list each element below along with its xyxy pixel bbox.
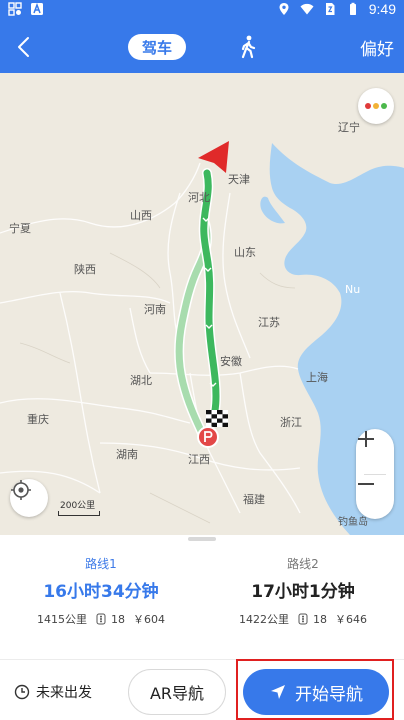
map-scale: 200公里 — [58, 498, 100, 516]
map-label-shanxi: 山西 — [130, 209, 152, 222]
route-map[interactable]: 辽宁 天津 河北 山西 宁夏 山东 陕西 河南 江苏 安徽 湖北 上海 重庆 浙… — [0, 73, 404, 535]
map-label-sea: Nu — [345, 283, 361, 296]
tab-walk[interactable] — [234, 32, 262, 62]
walk-icon — [241, 35, 256, 59]
locate-button[interactable] — [10, 479, 48, 517]
clock-icon — [14, 684, 30, 700]
route-panel: 路线1 16小时34分钟 1415公里 18 ￥604 路线2 17小时1分钟 … — [0, 535, 404, 720]
back-button[interactable] — [6, 29, 42, 65]
minus-icon — [358, 483, 374, 485]
route-option-2[interactable]: 路线2 17小时1分钟 1422公里 18 ￥646 — [202, 555, 404, 627]
future-departure-label: 未来出发 — [36, 685, 92, 701]
locate-icon — [11, 480, 31, 500]
map-label-hunan: 湖南 — [116, 448, 138, 461]
map-label-henan: 河南 — [144, 303, 166, 316]
battery-icon — [349, 2, 356, 15]
start-marker-icon — [198, 141, 229, 173]
zoom-out-button[interactable] — [356, 474, 394, 519]
chevron-left-icon — [18, 37, 29, 57]
map-label-fujian: 福建 — [243, 493, 265, 506]
location-icon — [279, 3, 289, 15]
tab-drive[interactable]: 驾车 — [128, 34, 186, 60]
traffic-light-icon — [96, 613, 106, 625]
route-meta: 1422公里 18 ￥646 — [202, 611, 404, 627]
route-lights: 18 — [313, 612, 327, 626]
map-label-tianjin: 天津 — [228, 173, 250, 186]
start-navigation-label: 开始导航 — [295, 684, 363, 705]
map-label-shanghai: 上海 — [306, 371, 328, 384]
traffic-green-dot-icon — [381, 103, 387, 109]
route-duration: 16小时34分钟 — [43, 582, 159, 602]
route-distance: 1415公里 — [37, 613, 87, 626]
zoom-in-button[interactable] — [356, 429, 394, 474]
map-label-zhejiang: 浙江 — [280, 416, 302, 429]
status-left-icons — [8, 2, 44, 16]
drag-handle[interactable] — [188, 537, 216, 541]
wifi-icon — [300, 3, 314, 15]
future-departure-button[interactable]: 未来出发 — [14, 680, 92, 704]
traffic-light-icon — [298, 613, 308, 625]
map-label-shandong: 山东 — [234, 246, 256, 259]
route-toll: ￥646 — [335, 613, 367, 626]
traffic-yellow-dot-icon — [373, 103, 379, 109]
map-label-hubei: 湖北 — [130, 374, 152, 387]
map-label-hebei: 河北 — [188, 191, 210, 204]
map-label-liaoning: 辽宁 — [338, 121, 360, 134]
ar-navigation-button[interactable]: AR导航 — [128, 669, 226, 715]
scale-label: 200公里 — [60, 501, 96, 511]
scale-bar — [58, 511, 100, 516]
traffic-red-dot-icon — [365, 103, 371, 109]
status-right-icons: 9:49 — [277, 1, 396, 17]
status-time: 9:49 — [368, 1, 396, 17]
route-option-1[interactable]: 路线1 16小时34分钟 1415公里 18 ￥604 — [0, 555, 202, 627]
route-header: 驾车 偏好 — [0, 20, 404, 73]
map-label-anhui: 安徽 — [220, 355, 242, 368]
start-navigation-button[interactable]: 开始导航 — [243, 669, 389, 715]
route-lights: 18 — [111, 612, 125, 626]
route-name: 路线1 — [85, 557, 117, 571]
preference-button[interactable]: 偏好 — [360, 35, 394, 60]
map-label-ningxia: 宁夏 — [9, 222, 31, 235]
route-duration: 17小时1分钟 — [251, 582, 355, 602]
sim-icon — [325, 3, 335, 15]
navigation-arrow-icon — [271, 685, 285, 699]
parking-marker-icon — [197, 426, 219, 448]
end-flag-icon — [206, 410, 228, 427]
map-label-shaanxi: 陕西 — [74, 263, 96, 276]
plus-icon — [358, 431, 374, 447]
route-distance: 1422公里 — [239, 613, 289, 626]
map-label-chongqing: 重庆 — [27, 413, 49, 426]
status-bar: 9:49 — [0, 0, 404, 20]
route-meta: 1415公里 18 ￥604 — [0, 611, 202, 627]
a-app-icon — [31, 2, 43, 15]
route-name: 路线2 — [287, 557, 319, 571]
grid-app-icon — [8, 2, 22, 16]
traffic-toggle-button[interactable] — [358, 88, 394, 124]
route-toll: ￥604 — [133, 613, 165, 626]
zoom-control — [356, 429, 394, 519]
map-label-jiangxi: 江西 — [188, 453, 210, 466]
map-label-jiangsu: 江苏 — [258, 316, 280, 329]
